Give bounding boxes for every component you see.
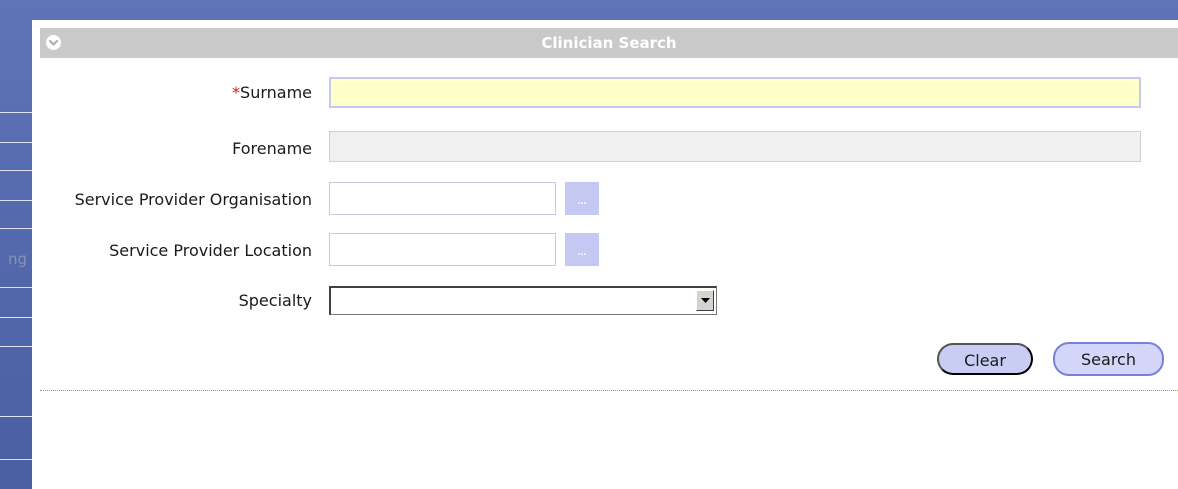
chevron-down-icon[interactable] [696, 290, 714, 311]
required-asterisk: * [232, 83, 241, 102]
forename-input[interactable] [329, 131, 1141, 162]
background-partial-text: ng [8, 250, 28, 268]
dialog-titlebar: Clinician Search [40, 28, 1178, 58]
clear-button[interactable]: Clear [937, 343, 1033, 375]
surname-label: *Surname [232, 83, 312, 102]
clinician-search-dialog: Clinician Search *Surname Forename Servi… [32, 20, 1178, 489]
service-provider-organisation-input[interactable] [329, 182, 556, 215]
dialog-title: Clinician Search [541, 34, 677, 52]
forename-label: Forename [232, 139, 312, 158]
service-provider-location-label: Service Provider Location [109, 241, 312, 260]
section-divider [40, 390, 1178, 391]
organisation-lookup-button[interactable]: ... [565, 182, 599, 215]
search-button[interactable]: Search [1053, 342, 1164, 376]
location-lookup-button[interactable]: ... [565, 233, 599, 266]
surname-label-text: Surname [240, 83, 312, 102]
specialty-label: Specialty [238, 291, 312, 310]
specialty-select[interactable] [329, 286, 717, 315]
surname-input[interactable] [329, 77, 1141, 108]
page: ng Clinician Search *Surname Forename Se… [0, 0, 1178, 489]
service-provider-location-input[interactable] [329, 233, 556, 266]
service-provider-organisation-label: Service Provider Organisation [74, 190, 312, 209]
